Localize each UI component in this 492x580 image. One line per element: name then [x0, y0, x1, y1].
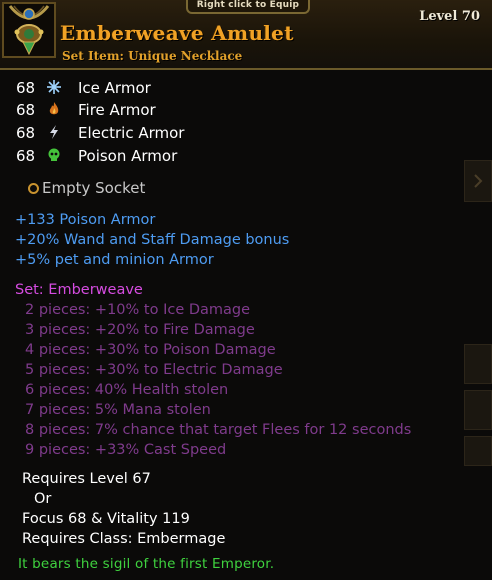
set-piece-bonus: 9 pieces: +33% Cast Speed	[25, 442, 227, 458]
socket-ring-icon	[28, 183, 39, 194]
set-title: Set: Emberweave	[15, 282, 143, 298]
bonus-line: +133 Poison Armor	[15, 212, 156, 228]
armor-value: 68	[16, 101, 36, 119]
set-piece-bonus: 2 pieces: +10% to Ice Damage	[25, 302, 251, 318]
armor-row-fire: 68 Fire Armor	[16, 100, 156, 120]
chevron-right-icon	[474, 174, 483, 188]
item-icon-frame	[2, 2, 56, 58]
item-type: Set Item: Unique Necklace	[62, 49, 243, 63]
set-piece-bonus: 6 pieces: 40% Health stolen	[25, 382, 229, 398]
skull-icon	[46, 147, 62, 163]
side-tab-3[interactable]	[464, 436, 492, 466]
side-tab-1[interactable]	[464, 344, 492, 384]
set-piece-bonus: 8 pieces: 7% chance that target Flees fo…	[25, 422, 412, 438]
armor-label: Fire Armor	[78, 101, 156, 119]
side-tab-2[interactable]	[464, 390, 492, 430]
equip-hint: Right click to Equip	[186, 0, 310, 14]
flavor-text: It bears the sigil of the first Emperor.	[18, 556, 275, 572]
armor-row-poison: 68 Poison Armor	[16, 146, 177, 166]
item-level: Level 70	[419, 9, 480, 24]
amulet-icon	[4, 4, 54, 56]
set-piece-bonus: 5 pieces: +30% to Electric Damage	[25, 362, 283, 378]
set-piece-bonus: 3 pieces: +20% to Fire Damage	[25, 322, 255, 338]
armor-label: Ice Armor	[78, 79, 151, 97]
armor-row-ice: 68 Ice Armor	[16, 78, 151, 98]
armor-value: 68	[16, 147, 36, 165]
bonus-line: +5% pet and minion Armor	[15, 252, 214, 268]
armor-value: 68	[16, 79, 36, 97]
armor-row-electric: 68 Electric Armor	[16, 123, 184, 143]
set-piece-bonus: 7 pieces: 5% Mana stolen	[25, 402, 211, 418]
side-scroll-tab[interactable]	[464, 160, 492, 202]
empty-socket: Empty Socket	[28, 178, 145, 198]
requirement-level: Requires Level 67	[22, 471, 151, 487]
lightning-icon	[46, 124, 62, 140]
armor-label: Electric Armor	[78, 124, 185, 142]
armor-label: Poison Armor	[78, 147, 178, 165]
flame-icon	[46, 101, 62, 117]
snowflake-icon	[46, 79, 62, 95]
socket-label: Empty Socket	[42, 179, 146, 197]
bonus-line: +20% Wand and Staff Damage bonus	[15, 232, 290, 248]
requirement-or: Or	[34, 491, 52, 507]
item-name: Emberweave Amulet	[60, 21, 294, 45]
armor-value: 68	[16, 124, 36, 142]
set-piece-bonus: 4 pieces: +30% to Poison Damage	[25, 342, 276, 358]
requirement-class: Requires Class: Embermage	[22, 531, 226, 547]
tooltip-header: Right click to Equip Emberweave Amulet S…	[0, 0, 492, 70]
requirement-stats: Focus 68 & Vitality 119	[22, 511, 190, 527]
